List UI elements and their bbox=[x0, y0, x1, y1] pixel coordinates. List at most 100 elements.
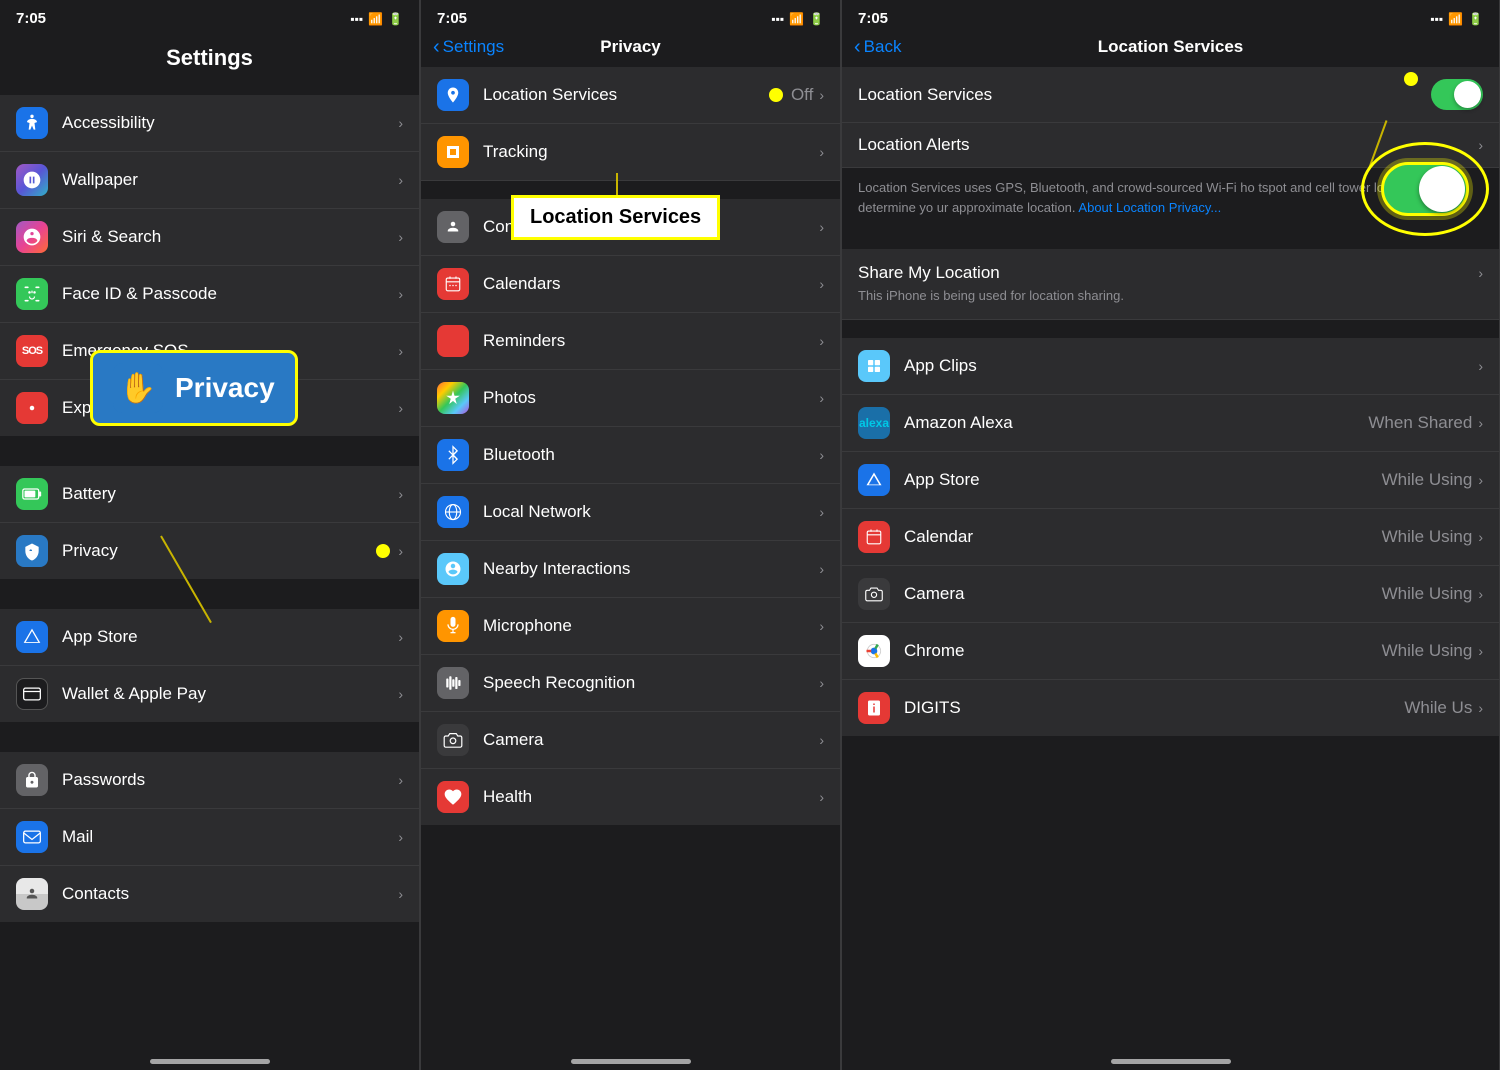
location-popup-text: Location Services bbox=[530, 206, 701, 228]
panel2-header: ‹ Settings Privacy bbox=[421, 33, 840, 67]
nearby-icon bbox=[437, 553, 469, 585]
toggle-annotation-circle bbox=[1431, 79, 1483, 110]
sep3-1 bbox=[842, 231, 1499, 249]
settings-item-speech[interactable]: Speech Recognition › bbox=[421, 655, 840, 712]
settings-item-wallpaper[interactable]: Wallpaper › bbox=[0, 152, 419, 209]
localnetwork-icon bbox=[437, 496, 469, 528]
panel2-title: Privacy bbox=[600, 37, 661, 57]
settings-item-accessibility[interactable]: Accessibility › bbox=[0, 95, 419, 152]
digits-label: DIGITS bbox=[904, 698, 1404, 718]
app-clips-row[interactable]: App Clips › bbox=[842, 338, 1499, 395]
settings-item-tracking[interactable]: Tracking › bbox=[421, 124, 840, 181]
alexa-row[interactable]: alexa Amazon Alexa When Shared › bbox=[842, 395, 1499, 452]
wifi-icon-2: 📶 bbox=[789, 12, 804, 26]
calendar-row[interactable]: Calendar While Using › bbox=[842, 509, 1499, 566]
privacy-popup-label: Privacy bbox=[175, 372, 275, 404]
tracking-label: Tracking bbox=[483, 142, 819, 162]
location-icon bbox=[437, 79, 469, 111]
health-chevron: › bbox=[819, 789, 824, 805]
chrome-label: Chrome bbox=[904, 641, 1382, 661]
group3: App Store › Wallet & Apple Pay › bbox=[0, 609, 419, 722]
camera2-chevron: › bbox=[819, 732, 824, 748]
settings-item-passwords[interactable]: Passwords › bbox=[0, 752, 419, 809]
appstore2-row[interactable]: App Store While Using › bbox=[842, 452, 1499, 509]
speech-icon bbox=[437, 667, 469, 699]
privacy-popup-box: ✋ Privacy bbox=[90, 350, 298, 426]
battery-icon-item bbox=[16, 478, 48, 510]
contacts-label: Contacts bbox=[62, 884, 398, 904]
back-button-3[interactable]: ‹ Back bbox=[854, 37, 901, 57]
battery-icon-3: 🔋 bbox=[1468, 12, 1483, 26]
alexa-icon: alexa bbox=[858, 407, 890, 439]
settings-item-location[interactable]: Location Services Off › bbox=[421, 67, 840, 124]
bottom-indicator-1 bbox=[0, 1042, 419, 1070]
settings-item-mail[interactable]: Mail › bbox=[0, 809, 419, 866]
health-label: Health bbox=[483, 787, 819, 807]
location-desc-end: ur approximate location. bbox=[937, 200, 1079, 215]
home-bar-3 bbox=[1111, 1059, 1231, 1064]
contacts2-chevron: › bbox=[819, 219, 824, 235]
separator-gap-1 bbox=[0, 438, 419, 466]
chrome-chevron: › bbox=[1478, 643, 1483, 659]
settings-item-photos[interactable]: Photos › bbox=[421, 370, 840, 427]
faceid-label: Face ID & Passcode bbox=[62, 284, 398, 304]
settings-item-bluetooth[interactable]: Bluetooth › bbox=[421, 427, 840, 484]
accessibility-label: Accessibility bbox=[62, 113, 398, 133]
digits-icon bbox=[858, 692, 890, 724]
share-location-row[interactable]: Share My Location › This iPhone is being… bbox=[842, 249, 1499, 320]
appstore2-label: App Store bbox=[904, 470, 1382, 490]
calendar-value: While Using bbox=[1382, 527, 1473, 547]
settings-item-nearby[interactable]: Nearby Interactions › bbox=[421, 541, 840, 598]
settings-item-siri[interactable]: Siri & Search › bbox=[0, 209, 419, 266]
panel-location-services: 7:05 ▪▪▪ 📶 🔋 ‹ Back Location Services Lo… bbox=[842, 0, 1500, 1070]
calendar-chevron: › bbox=[1478, 529, 1483, 545]
digits-row[interactable]: DIGITS While Us › bbox=[842, 680, 1499, 736]
camera3-value: While Using bbox=[1382, 584, 1473, 604]
settings-item-privacy[interactable]: Privacy › bbox=[0, 523, 419, 579]
settings-item-wallet[interactable]: Wallet & Apple Pay › bbox=[0, 666, 419, 722]
location-toggle[interactable] bbox=[1431, 79, 1483, 110]
digits-chevron: › bbox=[1478, 700, 1483, 716]
settings-item-battery[interactable]: Battery › bbox=[0, 466, 419, 523]
passwords-label: Passwords bbox=[62, 770, 398, 790]
bluetooth-chevron: › bbox=[819, 447, 824, 463]
camera3-row[interactable]: Camera While Using › bbox=[842, 566, 1499, 623]
appstore2-chevron: › bbox=[1478, 472, 1483, 488]
status-icons-3: ▪▪▪ 📶 🔋 bbox=[1430, 12, 1483, 26]
photos-icon bbox=[437, 382, 469, 414]
location-alerts-chevron: › bbox=[1478, 137, 1483, 153]
wallet-icon bbox=[16, 678, 48, 710]
contacts2-icon bbox=[437, 211, 469, 243]
settings-item-reminders[interactable]: Reminders › bbox=[421, 313, 840, 370]
appstore-label: App Store bbox=[62, 627, 398, 647]
mail-label: Mail bbox=[62, 827, 398, 847]
chrome-value: While Using bbox=[1382, 641, 1473, 661]
camera2-icon bbox=[437, 724, 469, 756]
status-bar-1: 7:05 ▪▪▪ 📶 🔋 bbox=[0, 0, 419, 33]
location-privacy-link[interactable]: About Location Privacy... bbox=[1078, 200, 1221, 215]
passwords-icon bbox=[16, 764, 48, 796]
settings-item-health[interactable]: Health › bbox=[421, 769, 840, 825]
location-toggle-row[interactable]: Location Services bbox=[842, 67, 1499, 123]
wallpaper-chevron: › bbox=[398, 172, 403, 188]
panel1-title: Settings bbox=[150, 37, 269, 85]
appclips-label: App Clips bbox=[904, 356, 1478, 376]
bluetooth-icon bbox=[437, 439, 469, 471]
settings-item-contacts[interactable]: Contacts › bbox=[0, 866, 419, 922]
settings-item-calendars[interactable]: Calendars › bbox=[421, 256, 840, 313]
contacts-chevron: › bbox=[398, 886, 403, 902]
chrome-row[interactable]: Chrome While Using › bbox=[842, 623, 1499, 680]
photos-chevron: › bbox=[819, 390, 824, 406]
share-location-label: Share My Location bbox=[858, 263, 1478, 283]
signal-icon-3: ▪▪▪ bbox=[1430, 12, 1443, 26]
settings-back-button[interactable]: ‹ Settings bbox=[433, 37, 504, 57]
panel-privacy: 7:05 ▪▪▪ 📶 🔋 ‹ Settings Privacy Location… bbox=[421, 0, 841, 1070]
settings-item-localnetwork[interactable]: Local Network › bbox=[421, 484, 840, 541]
appstore2-value: While Using bbox=[1382, 470, 1473, 490]
signal-icon-2: ▪▪▪ bbox=[771, 12, 784, 26]
settings-item-camera2[interactable]: Camera › bbox=[421, 712, 840, 769]
speech-label: Speech Recognition bbox=[483, 673, 819, 693]
settings-item-microphone[interactable]: Microphone › bbox=[421, 598, 840, 655]
microphone-chevron: › bbox=[819, 618, 824, 634]
settings-item-faceid[interactable]: Face ID & Passcode › bbox=[0, 266, 419, 323]
